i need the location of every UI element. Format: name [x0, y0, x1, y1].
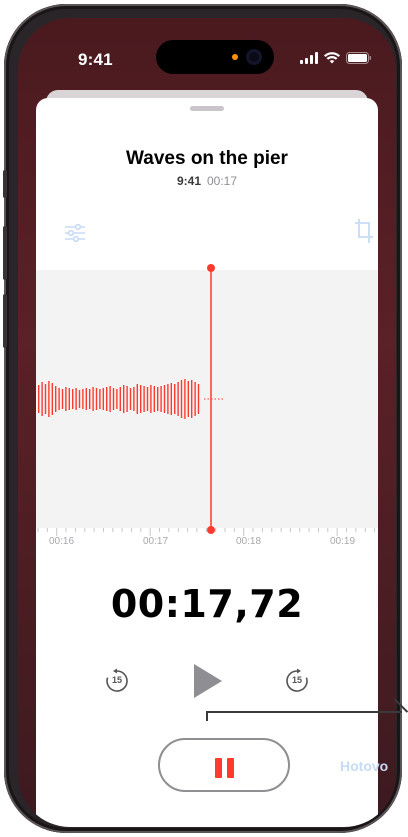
waveform-bar: [126, 386, 128, 412]
skip-back-15-button[interactable]: 15: [104, 668, 130, 694]
status-bar: 9:41: [18, 18, 396, 88]
waveform-bar: [177, 382, 179, 416]
waveform-bar: [160, 386, 162, 412]
mute-switch: [3, 170, 7, 198]
recording-meta: 9:41 00:17: [36, 174, 378, 188]
waveform-bar: [123, 385, 125, 413]
timeline-label: 00:17: [143, 536, 169, 547]
waveform-bar: [136, 384, 138, 414]
done-button[interactable]: Hotovo: [340, 758, 388, 774]
playhead-top-dot[interactable]: [205, 262, 217, 274]
waveform-bar: [143, 386, 145, 412]
front-camera: [246, 49, 262, 65]
waveform-bar: [157, 387, 159, 411]
waveform-bar: [140, 385, 142, 413]
tick-marks: [37, 528, 376, 536]
playback-controls: 15 15: [36, 658, 378, 704]
cellular-signal-icon: [300, 52, 318, 64]
waveform-bar: [133, 387, 135, 411]
wifi-icon: [324, 52, 340, 64]
callout-line-vertical: [206, 711, 208, 721]
waveform-bar: [48, 381, 50, 417]
waveform-bar: [61, 389, 64, 409]
timeline-label: 00:18: [236, 536, 262, 547]
settings-sliders-icon[interactable]: [64, 224, 86, 242]
skip-back-label: 15: [111, 675, 122, 685]
trim-crop-icon[interactable]: [354, 218, 374, 244]
recording-time: 9:41: [176, 174, 201, 188]
waveform-bar: [170, 383, 172, 415]
waveform-bar: [194, 382, 196, 416]
play-icon[interactable]: [191, 662, 225, 700]
timeline-ticks: [37, 528, 376, 536]
waveform-bar: [153, 386, 155, 412]
waveform-bar: [109, 386, 111, 412]
waveform-bar: [82, 389, 84, 409]
waveform-bar: [72, 389, 74, 409]
waveform-bar: [106, 387, 108, 411]
waveform-bar: [116, 389, 118, 409]
waveform-bar: [163, 385, 166, 413]
waveform-bar: [191, 380, 193, 418]
waveform-bar: [95, 388, 98, 410]
waveform-bar: [75, 388, 77, 410]
waveform-bar: [112, 388, 115, 410]
waveform-bar: [184, 379, 186, 419]
waveform-bar: [68, 388, 70, 410]
timeline-axis: 00:16 00:17 00:18 00:19: [36, 528, 378, 552]
volume-down-button: [3, 294, 7, 348]
waveform-bar: [58, 388, 60, 410]
recording-duration: 00:17: [207, 174, 238, 188]
status-time: 9:41: [78, 50, 113, 69]
waveform-bar: [174, 384, 176, 414]
waveform-bar: [41, 382, 43, 416]
timeline-label: 00:16: [49, 536, 75, 547]
waveform-bar: [146, 387, 149, 411]
waveform: [38, 266, 224, 532]
waveform-bar: [129, 388, 132, 410]
pause-icon-bar: [227, 758, 234, 778]
waveform-bar: [65, 387, 67, 411]
timeline-label: 00:19: [330, 536, 356, 547]
waveform-bars: [38, 379, 200, 419]
sheet-grabber[interactable]: [190, 106, 224, 111]
skip-forward-label: 15: [291, 675, 302, 685]
elapsed-timer: 00:17,72: [110, 582, 304, 626]
waveform-bar: [150, 385, 152, 413]
waveform-bar: [38, 385, 40, 413]
waveform-bar: [102, 388, 104, 410]
waveform-bar: [197, 384, 200, 414]
phone-frame: 9:41 Waves on the pier 9:41 00:17 00:16 …: [3, 4, 402, 833]
pause-icon-bar: [215, 758, 222, 778]
recording-title[interactable]: Waves on the pier: [36, 148, 378, 170]
dynamic-island: [156, 40, 274, 74]
status-icons: [300, 52, 372, 64]
waveform-bar: [51, 383, 53, 415]
waveform-bar: [99, 389, 101, 409]
waveform-bar: [187, 381, 189, 417]
waveform-bar: [44, 384, 47, 414]
waveform-bar: [89, 389, 91, 409]
waveform-bar: [85, 388, 87, 410]
waveform-bar: [78, 390, 81, 408]
battery-icon: [346, 52, 371, 64]
volume-up-button: [3, 226, 7, 280]
skip-forward-15-button[interactable]: 15: [284, 668, 310, 694]
orange-indicator-dot: [232, 54, 238, 60]
callout-line: [206, 711, 402, 713]
screen: 9:41 Waves on the pier 9:41 00:17 00:16 …: [18, 18, 396, 827]
waveform-area[interactable]: [36, 266, 378, 532]
pause-button[interactable]: [158, 738, 290, 792]
waveform-bar: [167, 384, 169, 414]
waveform-bar: [119, 387, 121, 411]
waveform-bar: [180, 380, 183, 418]
waveform-bar: [92, 387, 94, 411]
waveform-bar: [55, 386, 57, 412]
